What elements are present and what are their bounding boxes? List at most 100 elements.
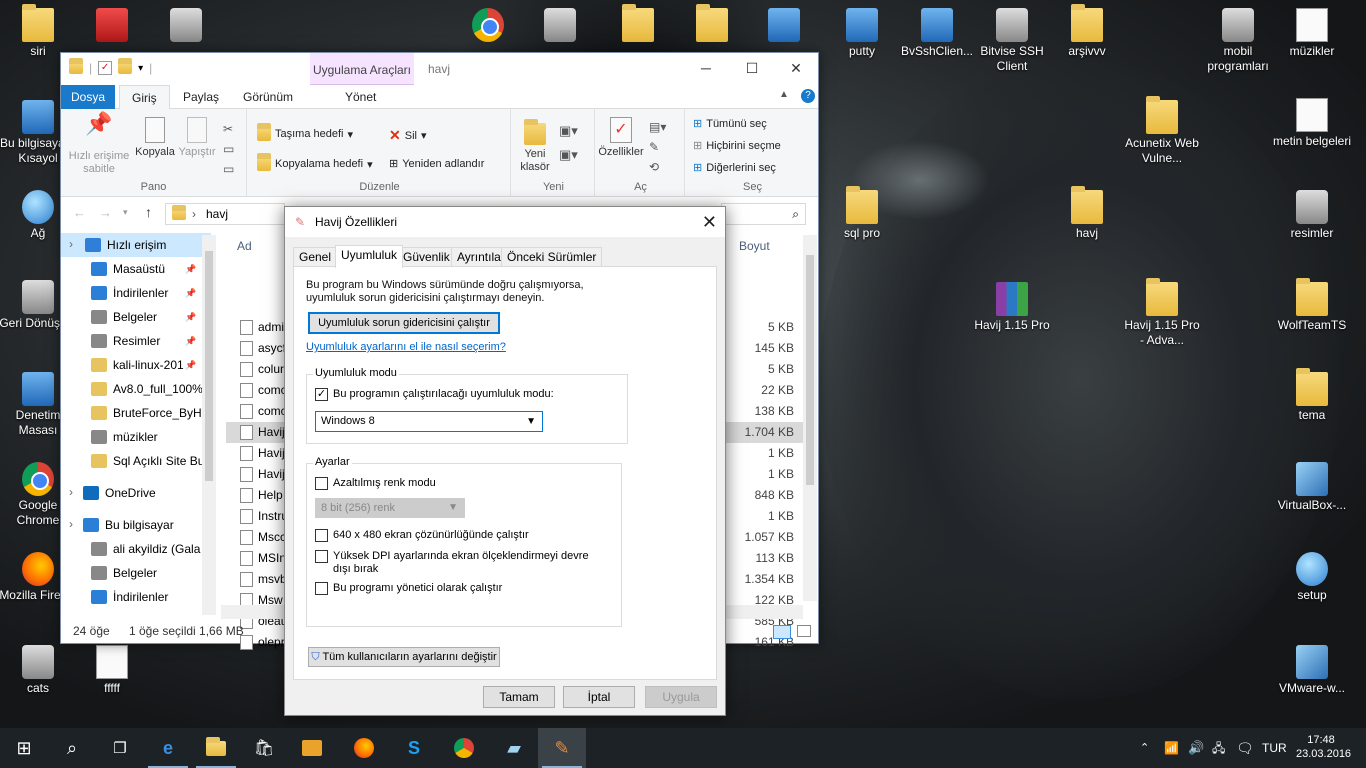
nav-item[interactable]: Hızlı erişim	[61, 233, 211, 257]
expand-chevron-icon[interactable]: ›	[69, 237, 73, 251]
nav-scrollbar[interactable]	[202, 235, 216, 615]
clock[interactable]: 17:48 23.03.2016	[1296, 733, 1351, 761]
skype-icon[interactable]: S	[390, 728, 438, 768]
nav-item[interactable]: Bu bilgisayar	[61, 513, 174, 537]
tab-giris[interactable]: Giriş	[119, 85, 170, 110]
nav-item[interactable]: kali-linux-201 📌	[61, 353, 196, 377]
desktop-icon[interactable]: arşivvv	[1047, 4, 1127, 59]
nav-item[interactable]: Resimler 📌	[61, 329, 196, 353]
desktop-icon[interactable]: Havij 1.15 Pro - Adva...	[1122, 278, 1202, 348]
devices-icon[interactable]: 🖧	[1212, 728, 1225, 768]
file-list-scrollbar[interactable]	[803, 235, 817, 601]
desktop-icon[interactable]	[598, 4, 678, 44]
nav-item[interactable]: Belgeler 📌	[61, 305, 196, 329]
file-scrollbar-thumb[interactable]	[806, 255, 814, 485]
dialog-close-button[interactable]: ✕	[702, 207, 717, 237]
properties-dialog[interactable]: ✎ Havij Özellikleri ✕ Genel Uyumluluk Gü…	[284, 206, 726, 716]
expand-chevron-icon[interactable]: ›	[69, 485, 73, 499]
nav-item[interactable]: OneDrive	[61, 481, 156, 505]
dpi-checkbox[interactable]: Yüksek DPI ayarlarında ekran ölçeklendir…	[315, 550, 605, 576]
search-box[interactable]: ⌕	[721, 203, 806, 225]
tab-yonet[interactable]: Yönet	[333, 85, 388, 109]
desktop-icon[interactable]: setup	[1272, 552, 1352, 603]
nav-item[interactable]: Av8.0_full_100%_	[61, 377, 210, 401]
task-view-icon[interactable]: ❐	[96, 728, 144, 768]
desktop-icon[interactable]: mobil programları	[1198, 8, 1278, 74]
desktop-icon[interactable]: havj	[1047, 186, 1127, 241]
properties-check-icon[interactable]: ✓	[98, 61, 113, 75]
run-as-admin-checkbox[interactable]: Bu programı yönetici olarak çalıştır	[315, 582, 502, 595]
rename-button[interactable]: ⊞ Yeniden adlandır	[389, 157, 484, 171]
ok-button[interactable]: Tamam	[483, 686, 555, 708]
nav-item[interactable]: müzikler	[61, 425, 158, 449]
qa-dropdown-icon[interactable]: ▾	[138, 63, 143, 74]
properties-button[interactable]: ✓ Özellikler	[597, 117, 645, 159]
select-all-button[interactable]: ⊞ Tümünü seç	[693, 117, 767, 131]
network-icon[interactable]: 📶	[1164, 728, 1179, 768]
desktop-icon[interactable]: metin belgeleri	[1272, 98, 1352, 149]
copy-button[interactable]: Kopyala	[133, 117, 177, 159]
tab-onceki-surumler[interactable]: Önceki Sürümler	[501, 247, 603, 267]
desktop-icon[interactable]: putty	[822, 8, 902, 59]
action-center-icon[interactable]: 🗨	[1236, 728, 1254, 768]
open-edit-history-icons[interactable]: ▤▾ ✎ ⟲	[649, 117, 666, 177]
desktop-icon[interactable]: sql pro	[822, 186, 902, 241]
address-box[interactable]: › havj	[165, 203, 285, 225]
nav-item[interactable]: İndirilenler	[61, 585, 168, 609]
firefox-icon[interactable]	[340, 728, 388, 768]
new-folder-icon[interactable]	[118, 58, 133, 74]
new-item-easy-access-icons[interactable]: ▣▾ ▣▾	[559, 119, 578, 167]
desktop-icon[interactable]: müzikler	[1272, 8, 1352, 59]
desktop-icon[interactable]: Bitvise SSH Client	[972, 8, 1052, 74]
back-arrow-icon[interactable]: ←	[73, 205, 86, 220]
edge-icon[interactable]: e	[144, 728, 192, 768]
desktop-icon[interactable]: BvSshClien...	[897, 8, 977, 59]
file-explorer-icon[interactable]	[192, 728, 240, 768]
nav-item[interactable]: BruteForce_ByH4	[61, 401, 208, 425]
tab-dosya[interactable]: Dosya	[61, 85, 115, 109]
volume-icon[interactable]: 🔊	[1188, 728, 1204, 768]
manual-settings-link[interactable]: Uyumluluk ayarlarını el ile nasıl seçeri…	[306, 341, 506, 353]
compat-mode-select[interactable]: Windows 8 ▼	[315, 411, 543, 432]
copy-to-button[interactable]: Kopyalama hedefi ▾	[257, 153, 373, 171]
help-icon[interactable]: ?	[801, 89, 815, 103]
desktop-icon[interactable]: Acunetix Web Vulne...	[1122, 96, 1202, 166]
havij-taskbar-icon[interactable]: ✎	[538, 728, 586, 768]
desktop-icon[interactable]	[448, 8, 528, 44]
details-view-icon[interactable]	[773, 625, 791, 639]
pin-button[interactable]: 📌 Hızlı erişime sabitle	[65, 113, 133, 176]
apply-button[interactable]: Uygula	[645, 686, 717, 708]
notepad-icon[interactable]: ▰	[490, 728, 538, 768]
tab-uyumluluk[interactable]: Uyumluluk	[335, 245, 404, 268]
desktop-icon[interactable]	[520, 8, 600, 44]
input-language[interactable]: TUR	[1262, 728, 1287, 768]
large-icons-view-icon[interactable]	[797, 625, 811, 637]
tab-guvenlik[interactable]: Güvenlik	[397, 247, 456, 267]
expand-chevron-icon[interactable]: ›	[69, 517, 73, 531]
reduced-color-checkbox[interactable]: Azaltılmış renk modu	[315, 477, 436, 490]
desktop-icon[interactable]	[672, 4, 752, 44]
nav-item[interactable]: ali akyildiz (Gala	[61, 537, 200, 561]
paste-button[interactable]: Yapıştır	[177, 117, 217, 159]
desktop-icon[interactable]	[146, 8, 226, 44]
desktop-icon[interactable]: cats	[0, 645, 78, 696]
desktop-icon[interactable]: WolfTeamTS	[1272, 278, 1352, 333]
delete-button[interactable]: ✕ Sil ▾	[389, 127, 427, 144]
desktop-icon[interactable]: fffff	[72, 645, 152, 696]
nav-item[interactable]: Sql Açıklı Site Bu	[61, 449, 204, 473]
res640-checkbox[interactable]: 640 x 480 ekran çözünürlüğünde çalıştır	[315, 529, 529, 542]
tab-genel[interactable]: Genel	[293, 247, 338, 267]
start-windows-icon[interactable]: ⊞	[0, 728, 48, 768]
nav-item[interactable]: Masaüstü 📌	[61, 257, 196, 281]
cut-copypath-shortcut-icons[interactable]: ✂ ▭ ▭	[223, 119, 234, 179]
nav-scrollbar-thumb[interactable]	[205, 251, 213, 481]
compat-mode-checkbox[interactable]: ✓ Bu programın çalıştırılacağı uyumluluk …	[315, 388, 554, 401]
new-folder-button[interactable]: Yeni klasör	[517, 117, 553, 174]
desktop-icon[interactable]	[744, 8, 824, 44]
change-all-users-button[interactable]: ⛉ Tüm kullanıcıların ayarlarını değiştir	[308, 647, 500, 667]
desktop-icon[interactable]: resimler	[1272, 190, 1352, 241]
desktop-icon[interactable]: VirtualBox-...	[1272, 462, 1352, 513]
search-icon[interactable]: ⌕	[48, 728, 96, 768]
minimize-button[interactable]: ─	[683, 53, 729, 83]
invert-selection-button[interactable]: ⊞ Diğerlerini seç	[693, 161, 776, 175]
